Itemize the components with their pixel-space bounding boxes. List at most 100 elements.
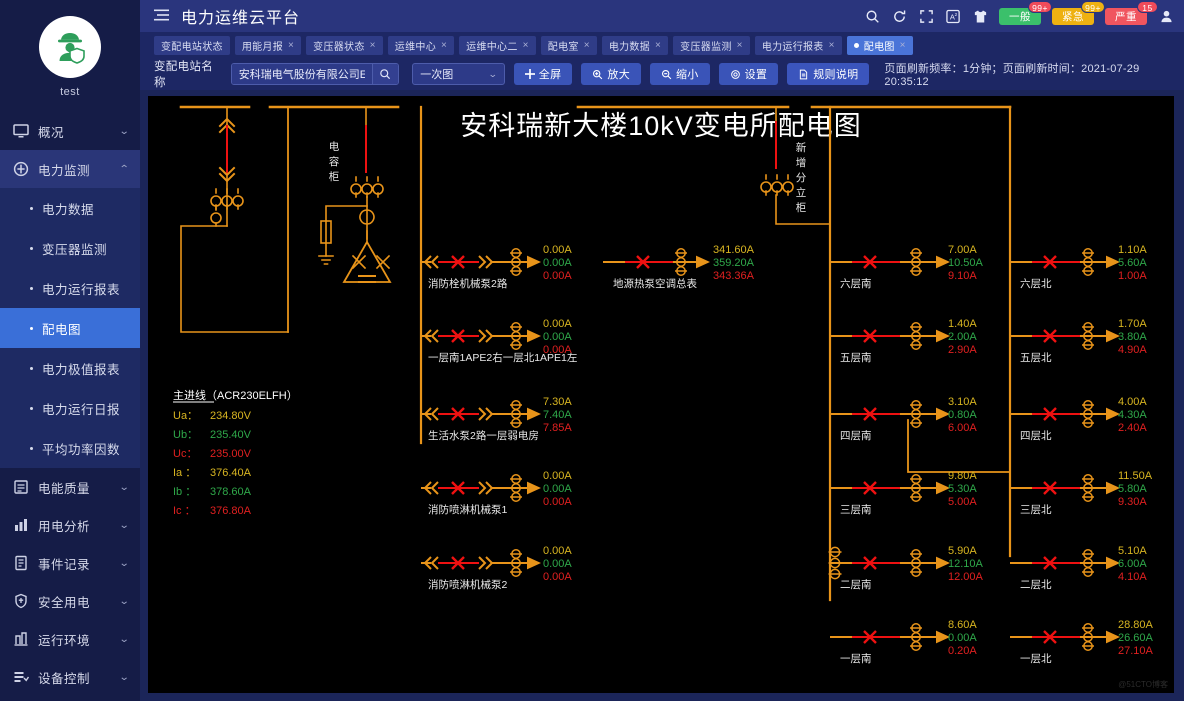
tab-close-icon[interactable]: × xyxy=(900,40,906,51)
isolator-left-icon xyxy=(430,329,439,343)
station-search-button[interactable] xyxy=(371,64,399,84)
zoom-in-button[interactable]: 放大 xyxy=(581,63,641,85)
tab-close-icon[interactable]: × xyxy=(288,40,294,51)
capacitor-cabinet-label: 柜 xyxy=(329,170,340,183)
tab-close-icon[interactable]: × xyxy=(584,40,590,51)
sidebar-item-7[interactable]: 设备控制 ⌄ xyxy=(0,658,140,696)
tab-close-icon[interactable]: × xyxy=(370,40,376,51)
sidebar-item-label: 运行环境 xyxy=(38,633,91,648)
feeder-middle-3[interactable]: 消防喷淋机械泵10.00A0.00A0.00A xyxy=(421,470,572,516)
feeder-middle-0[interactable]: 消防栓机械泵2路0.00A0.00A0.00A xyxy=(421,244,572,290)
tab-7[interactable]: 变压器监测 × xyxy=(673,35,750,55)
sidebar-subitem-1-4[interactable]: 电力极值报表 xyxy=(0,348,140,388)
tab-3[interactable]: 运维中心 × xyxy=(387,35,455,55)
tab-9[interactable]: 配电图 × xyxy=(846,35,913,55)
sidebar-item-5[interactable]: 安全用电 ⌄ xyxy=(0,582,140,620)
sidebar: test 概况 ⌄ 电力监测 ⌃ 电力数据 变压器监测 电力运行报表 配电图 电力极值报表 电力运… xyxy=(0,0,140,701)
bullet-icon xyxy=(30,446,33,450)
ct-icon xyxy=(910,474,922,502)
zoom-out-button[interactable]: 缩小 xyxy=(650,63,710,85)
tab-5[interactable]: 配电室 × xyxy=(540,35,597,55)
isolator-left-icon xyxy=(430,255,439,269)
feeder-south-3[interactable]: 三层南 9.80A5.30A5.00A xyxy=(830,470,977,516)
sidebar-subitem-1-3[interactable]: 配电图 xyxy=(0,308,140,348)
feeder-middle-1[interactable]: 一层南1APE2右一层北1APE1左0.00A0.00A0.00A xyxy=(421,318,577,364)
sidebar-subitem-1-5[interactable]: 电力运行日报 xyxy=(0,388,140,428)
feeder-center-0[interactable]: 地源热泵空调总表 341.60A359.20A343.36A xyxy=(603,244,755,290)
feeder-south-0[interactable]: 六层南 7.00A10.50A9.10A xyxy=(830,244,984,290)
tab-label: 运维中心 xyxy=(394,41,436,53)
feeder-value-ic: 6.00A xyxy=(948,422,977,434)
sidebar-subitem-1-1[interactable]: 变压器监测 xyxy=(0,228,140,268)
refresh-icon[interactable] xyxy=(891,8,907,24)
badge-general[interactable]: 一般 99+ xyxy=(999,0,1052,25)
isolator-right-icon xyxy=(478,481,487,495)
sidebar-item-0[interactable]: 概况 ⌄ xyxy=(0,112,140,150)
tab-2[interactable]: 变压器状态 × xyxy=(306,35,383,55)
sidebar-item-2[interactable]: 电能质量 ⌄ xyxy=(0,468,140,506)
ct-icon xyxy=(910,549,922,577)
rules-button[interactable]: 规则说明 xyxy=(787,63,870,85)
avatar[interactable] xyxy=(39,16,101,78)
sidebar-item-label: 电力监测 xyxy=(38,163,91,178)
tab-label: 配电室 xyxy=(547,41,579,53)
sidebar-subitem-1-6[interactable]: 平均功率因数 xyxy=(0,428,140,468)
tab-close-icon[interactable]: × xyxy=(523,40,529,51)
feeder-value-ib: 0.00A xyxy=(543,558,572,570)
badge-severe[interactable]: 严重 15 xyxy=(1105,0,1158,25)
sidebar-item-3[interactable]: 用电分析 ⌄ xyxy=(0,506,140,544)
settings-button[interactable]: 设置 xyxy=(718,63,779,85)
bullet-icon xyxy=(30,366,33,370)
sidebar-subitem-1-2[interactable]: 电力运行报表 xyxy=(0,268,140,308)
tab-6[interactable]: 电力数据 × xyxy=(601,35,669,55)
feeder-north-4[interactable]: 二层北 5.10A6.00A4.10A xyxy=(1010,545,1147,591)
tab-1[interactable]: 用能月报 × xyxy=(234,35,302,55)
search-icon[interactable] xyxy=(864,8,880,24)
sidebar-subitem-1-0[interactable]: 电力数据 xyxy=(0,188,140,228)
chevron-down-icon: ⌄ xyxy=(118,633,130,645)
theme-shirt-icon[interactable] xyxy=(972,8,988,24)
tab-8[interactable]: 电力运行报表 × xyxy=(754,35,842,55)
feeder-south-1[interactable]: 五层南 1.40A2.00A2.90A xyxy=(830,318,977,364)
feeder-north-2[interactable]: 四层北 4.00A4.30A2.40A xyxy=(1010,396,1147,442)
diagram-type-select[interactable]: 一次图 ⌄ xyxy=(412,63,505,85)
tab-active-dot-icon xyxy=(853,42,859,48)
fullscreen-button[interactable]: 全屏 xyxy=(513,63,573,85)
feeder-label: 五层南 xyxy=(840,351,872,364)
feeder-north-1[interactable]: 五层北 1.70A3.80A4.90A xyxy=(1010,318,1147,364)
feeder-north-3[interactable]: 三层北 11.50A5.80A9.30A xyxy=(1010,470,1153,516)
diagram-canvas[interactable]: 安科瑞新大楼10kV变电所配电图 消防栓机械泵2路 0.00A 0.00A 0.… xyxy=(148,96,1174,693)
badge-general-label: 一般 xyxy=(1009,10,1031,23)
fullscreen-icon[interactable] xyxy=(918,8,934,24)
user-icon[interactable] xyxy=(1158,8,1174,24)
feeder-south-4[interactable]: 二层南 5.90A12.10A12.00A xyxy=(828,545,984,591)
sidebar-item-4[interactable]: 事件记录 ⌄ xyxy=(0,544,140,582)
sidebar-item-6[interactable]: 运行环境 ⌄ xyxy=(0,620,140,658)
ct-icon xyxy=(1082,549,1094,577)
ct-icon xyxy=(910,623,922,651)
feeder-north-5[interactable]: 一层北 28.80A26.60A27.10A xyxy=(1010,619,1154,665)
feeder-middle-2[interactable]: 生活水泵2路一层弱电房 7.30A7.40A7.85A xyxy=(421,396,572,442)
hamburger-icon[interactable] xyxy=(154,9,169,23)
main-panel-key: Ia ： xyxy=(173,467,196,479)
tab-close-icon[interactable]: × xyxy=(655,40,661,51)
plus-icon xyxy=(524,69,535,79)
safety-icon xyxy=(12,593,30,609)
sidebar-item-8[interactable]: 设备管理⌄ xyxy=(0,696,140,701)
badge-urgent[interactable]: 紧急 99+ xyxy=(1052,0,1105,25)
feeder-south-2[interactable]: 四层南 3.10A0.80A6.00A xyxy=(830,396,977,442)
translate-icon[interactable]: A 2 xyxy=(945,8,961,24)
feeder-south-5[interactable]: 一层南 8.60A0.00A0.20A xyxy=(830,619,977,665)
rules-button-label: 规则说明 xyxy=(813,69,859,81)
chevron-down-icon: ⌄ xyxy=(118,125,130,137)
sidebar-item-1[interactable]: 电力监测 ⌃ xyxy=(0,150,140,188)
feeder-middle-4[interactable]: 消防喷淋机械泵20.00A0.00A0.00A xyxy=(421,545,572,591)
feeder-label: 二层南 xyxy=(840,578,872,591)
tab-close-icon[interactable]: × xyxy=(737,40,743,51)
tab-0[interactable]: 变配电站状态 xyxy=(154,35,230,55)
tab-close-icon[interactable]: × xyxy=(441,40,447,51)
feeder-north-0[interactable]: 六层北 1.10A5.60A1.00A xyxy=(1010,244,1147,290)
tab-close-icon[interactable]: × xyxy=(829,40,835,51)
station-search-input[interactable] xyxy=(231,64,372,84)
tab-4[interactable]: 运维中心二 × xyxy=(459,35,536,55)
